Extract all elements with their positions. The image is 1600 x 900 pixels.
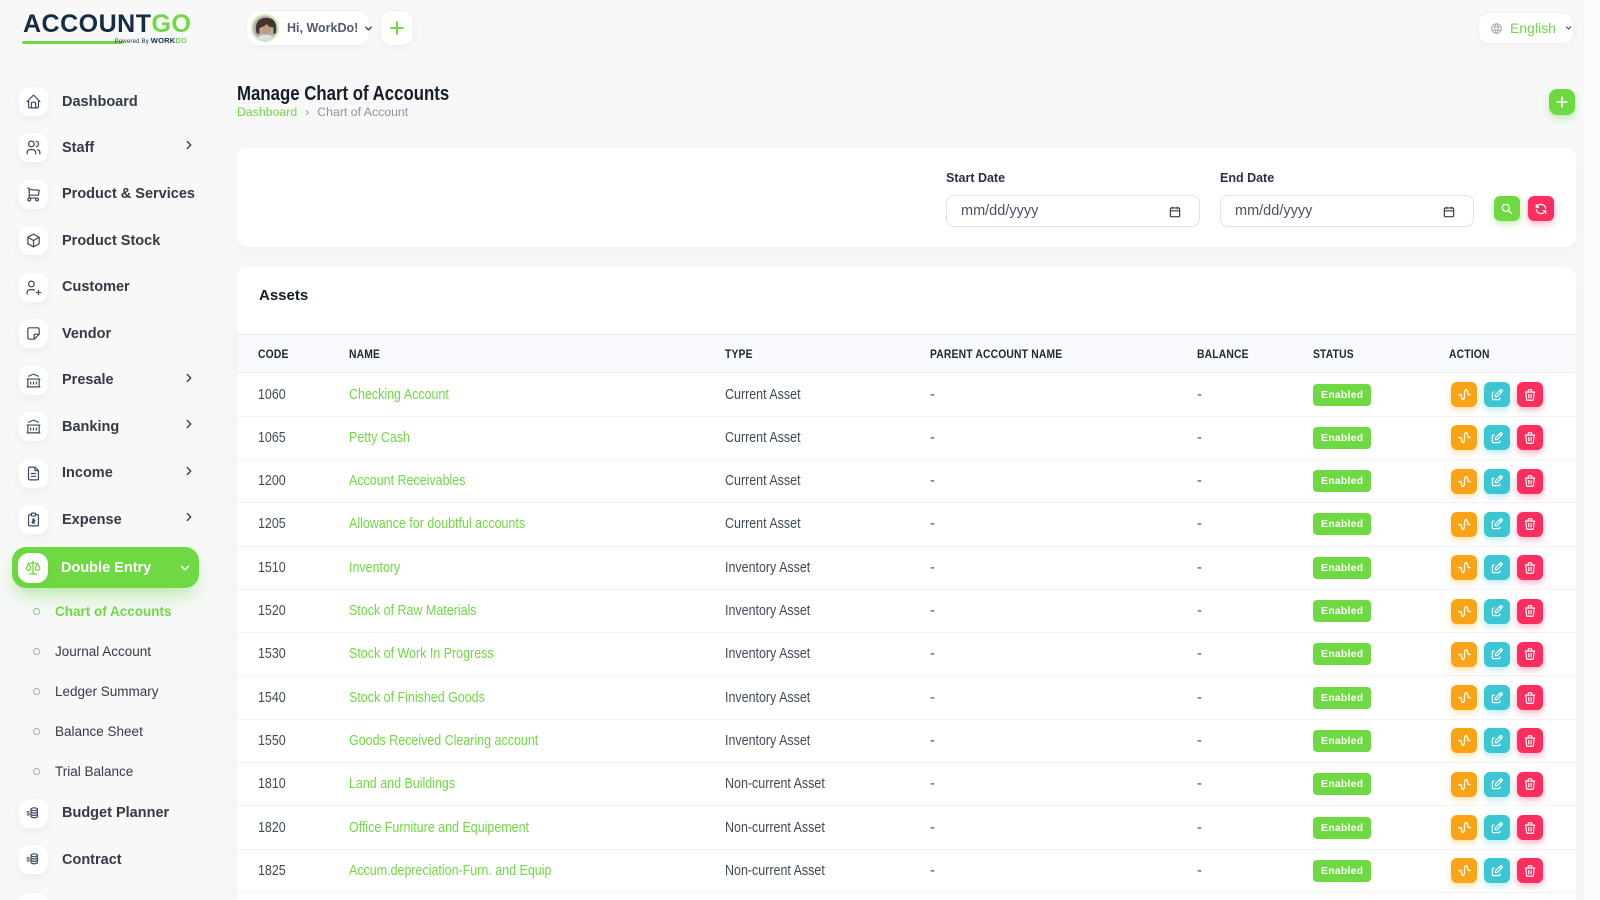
svg-text:$: $ [26,857,30,864]
svg-text:$: $ [26,810,30,817]
